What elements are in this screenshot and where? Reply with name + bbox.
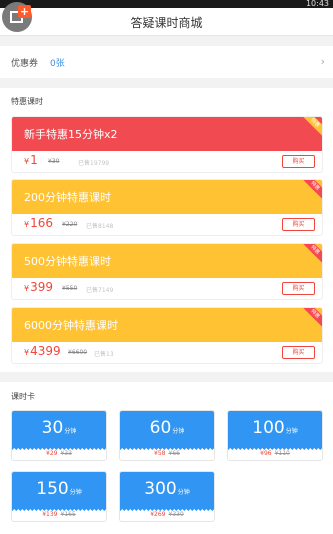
offer-card[interactable]: 200分钟特惠课时 特惠 ¥166 ¥220 已售8148 购买 bbox=[11, 179, 323, 236]
chevron-right-icon: › bbox=[320, 55, 325, 68]
card-original-price: ¥330 bbox=[168, 511, 184, 518]
time-card[interactable]: 100分钟 ¥96 ¥110 bbox=[227, 410, 323, 461]
coupon-value: 0张 bbox=[50, 59, 65, 69]
card-original-price: ¥165 bbox=[60, 511, 76, 518]
card-minutes: 300分钟 bbox=[144, 479, 190, 499]
offer-title: 500分钟特惠课时 bbox=[24, 255, 111, 268]
time-card[interactable]: 300分钟 ¥269 ¥330 bbox=[119, 471, 215, 522]
time-card[interactable]: 30分钟 ¥29 ¥33 bbox=[11, 410, 107, 461]
status-bar: 10:43 bbox=[0, 0, 333, 8]
offer-title: 6000分钟特惠课时 bbox=[24, 319, 118, 332]
buy-button[interactable]: 购买 bbox=[282, 155, 315, 168]
card-minutes: 150分钟 bbox=[36, 479, 82, 499]
offer-original-price: ¥550 bbox=[62, 285, 78, 292]
card-minutes: 30分钟 bbox=[41, 418, 77, 438]
offer-sold-count: 已售19799 bbox=[78, 160, 110, 167]
buy-button[interactable]: 购买 bbox=[282, 282, 315, 295]
offer-title: 新手特惠15分钟x2 bbox=[24, 128, 118, 141]
section-title-special: 特惠课时 bbox=[11, 97, 43, 106]
section-title-cards: 课时卡 bbox=[11, 392, 35, 401]
offer-price: ¥4399 bbox=[24, 344, 61, 358]
offer-tag: 特惠 bbox=[300, 244, 322, 265]
offer-sold-count: 已售8148 bbox=[86, 223, 114, 230]
offer-tag: 特惠 bbox=[300, 180, 322, 201]
offer-price: ¥166 bbox=[24, 216, 53, 230]
plus-icon: + bbox=[18, 5, 31, 18]
card-price: ¥58 bbox=[154, 450, 166, 457]
card-price: ¥29 bbox=[46, 450, 58, 457]
card-minutes: 60分钟 bbox=[149, 418, 185, 438]
floating-app-icon[interactable]: + bbox=[2, 2, 32, 32]
coupon-label: 优惠券 bbox=[11, 59, 39, 69]
card-price: ¥139 bbox=[42, 511, 58, 518]
offer-original-price: ¥30 bbox=[48, 158, 60, 165]
card-original-price: ¥110 bbox=[274, 450, 290, 457]
card-original-price: ¥33 bbox=[60, 450, 72, 457]
card-price: ¥269 bbox=[150, 511, 166, 518]
card-original-price: ¥66 bbox=[168, 450, 180, 457]
offer-tag: 特惠 bbox=[300, 117, 322, 138]
status-time: 10:43 bbox=[305, 0, 329, 8]
buy-button[interactable]: 购买 bbox=[282, 346, 315, 359]
offer-card[interactable]: 500分钟特惠课时 特惠 ¥399 ¥550 已售7149 购买 bbox=[11, 243, 323, 300]
offer-card[interactable]: 6000分钟特惠课时 特惠 ¥4399 ¥6600 已售13 购买 bbox=[11, 307, 323, 364]
offer-tag: 特惠 bbox=[300, 308, 322, 329]
time-card-section: 课时卡 30分钟 ¥29 ¥33 60分钟 ¥58 ¥66 100分钟 ¥96 ¥11… bbox=[0, 382, 333, 534]
special-offers-section: 特惠课时 新手特惠15分钟x2 特惠 ¥1 ¥30 已售19799 购买 200… bbox=[0, 88, 333, 372]
offer-original-price: ¥220 bbox=[62, 221, 78, 228]
card-price: ¥96 bbox=[260, 450, 272, 457]
nav-bar: 答疑课时商城 bbox=[0, 8, 333, 36]
coupon-row[interactable]: 优惠券 0张 › bbox=[0, 46, 333, 78]
page-title: 答疑课时商城 bbox=[130, 16, 203, 30]
offer-sold-count: 已售7149 bbox=[86, 287, 114, 294]
buy-button[interactable]: 购买 bbox=[282, 218, 315, 231]
offer-sold-count: 已售13 bbox=[94, 351, 114, 358]
offer-original-price: ¥6600 bbox=[68, 349, 88, 356]
card-minutes: 100分钟 bbox=[252, 418, 298, 438]
time-card[interactable]: 150分钟 ¥139 ¥165 bbox=[11, 471, 107, 522]
offer-price: ¥1 bbox=[24, 153, 38, 167]
offer-card[interactable]: 新手特惠15分钟x2 特惠 ¥1 ¥30 已售19799 购买 bbox=[11, 116, 323, 173]
time-card[interactable]: 60分钟 ¥58 ¥66 bbox=[119, 410, 215, 461]
offer-price: ¥399 bbox=[24, 280, 53, 294]
offer-title: 200分钟特惠课时 bbox=[24, 191, 111, 204]
